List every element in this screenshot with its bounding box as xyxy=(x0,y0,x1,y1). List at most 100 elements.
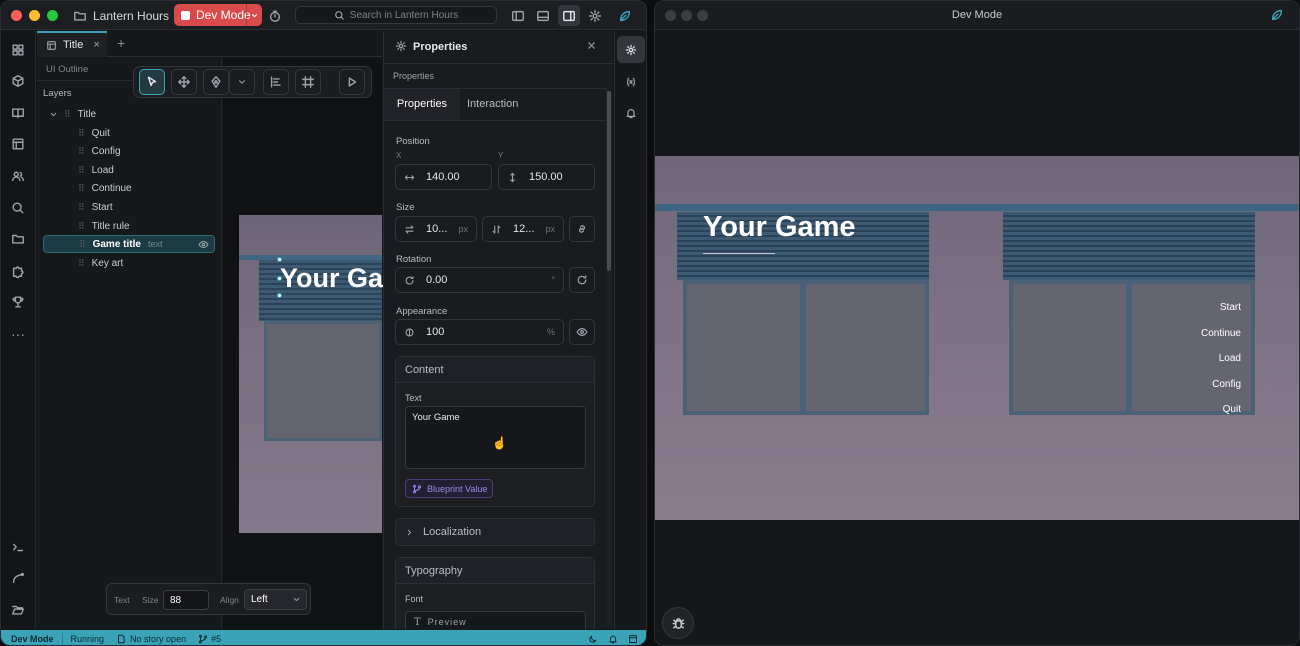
moon-icon[interactable] xyxy=(588,634,598,644)
status-story[interactable]: No story open xyxy=(130,634,186,644)
typography-header[interactable]: Typography xyxy=(396,558,594,584)
drag-handle-icon[interactable]: ⠿ xyxy=(78,183,85,194)
blueprint-value-button[interactable]: Blueprint Value xyxy=(405,479,493,498)
toggle-right-panel-icon[interactable] xyxy=(558,5,580,26)
menu-config[interactable]: Config xyxy=(1212,379,1241,390)
font-label: Font xyxy=(405,594,424,604)
position-y-field[interactable]: 150.00 xyxy=(498,164,595,190)
menu-quit[interactable]: Quit xyxy=(1223,404,1241,415)
book-icon[interactable] xyxy=(1,100,35,126)
status-mode[interactable]: Dev Mode xyxy=(11,634,54,644)
reset-rotation-icon[interactable] xyxy=(569,267,595,293)
drag-handle-icon[interactable]: ⠿ xyxy=(78,258,85,269)
folder-open-icon[interactable] xyxy=(1,597,35,623)
chevron-down-icon[interactable] xyxy=(246,4,262,26)
drag-handle-icon[interactable]: ⠿ xyxy=(79,239,86,250)
pen-tool-icon[interactable] xyxy=(203,69,229,95)
users-icon[interactable] xyxy=(1,163,35,189)
layer-row-game-title[interactable]: ⠿ Game title text xyxy=(43,235,215,253)
link-icon[interactable] xyxy=(569,216,595,242)
layer-row-load[interactable]: ⠿ Load xyxy=(43,161,215,179)
tab-close-button[interactable]: × xyxy=(93,39,99,51)
status-branch[interactable]: #5 xyxy=(211,634,221,644)
trophy-icon[interactable] xyxy=(1,289,35,315)
scrollbar-thumb[interactable] xyxy=(607,91,611,271)
puzzle-icon[interactable] xyxy=(1,258,35,284)
menu-load[interactable]: Load xyxy=(1219,353,1241,364)
move-tool-icon[interactable] xyxy=(171,69,197,95)
drag-handle-icon[interactable]: ⠿ xyxy=(78,146,85,157)
curtain-rod xyxy=(239,255,382,260)
more-icon[interactable]: ··· xyxy=(1,321,35,347)
layer-row-quit[interactable]: ⠿ Quit xyxy=(43,124,215,142)
width-field[interactable]: 10... px xyxy=(395,216,477,242)
layer-row-start[interactable]: ⠿ Start xyxy=(43,198,215,216)
editor-titlebar: Lantern Hours Dev Mode Search in Lantern… xyxy=(1,1,646,30)
drag-handle-icon[interactable]: ⠿ xyxy=(78,221,85,232)
gear-icon[interactable] xyxy=(617,36,645,63)
gear-icon[interactable] xyxy=(586,7,604,25)
terminal-icon[interactable] xyxy=(1,534,35,560)
opacity-field[interactable]: 100 % xyxy=(395,319,564,345)
swap-vertical-icon xyxy=(483,217,509,241)
tab-properties[interactable]: Properties xyxy=(384,89,460,120)
layout-icon[interactable] xyxy=(1,131,35,157)
frame-tool-icon[interactable] xyxy=(295,69,321,95)
bell-icon[interactable] xyxy=(608,634,618,644)
layer-row-title[interactable]: ⠿ Title xyxy=(43,105,215,123)
toggle-left-panel-icon[interactable] xyxy=(509,7,527,25)
folder-icon[interactable] xyxy=(1,226,35,252)
tab-title[interactable]: Title × xyxy=(37,31,107,57)
selection-handle[interactable] xyxy=(277,293,282,298)
menu-start[interactable]: Start xyxy=(1220,302,1241,313)
variables-icon[interactable] xyxy=(617,68,645,95)
search-input[interactable]: Search in Lantern Hours xyxy=(295,6,497,24)
eye-icon[interactable] xyxy=(569,319,595,345)
select-tool-icon[interactable] xyxy=(139,69,165,95)
search-icon[interactable] xyxy=(1,195,35,221)
localization-section[interactable]: Localization xyxy=(395,518,595,546)
zoom-window-button[interactable] xyxy=(47,10,58,21)
align-select[interactable]: Left xyxy=(244,589,307,610)
timer-icon[interactable] xyxy=(267,8,283,24)
content-section: Content Text Your Game Blueprint Value xyxy=(395,356,595,507)
menu-continue[interactable]: Continue xyxy=(1201,328,1241,339)
layer-row-title-rule[interactable]: ⠿ Title rule xyxy=(43,217,215,235)
play-icon[interactable] xyxy=(339,69,365,95)
tab-interaction[interactable]: Interaction xyxy=(467,98,518,110)
cube-icon[interactable] xyxy=(1,68,35,94)
layer-row-continue[interactable]: ⠿ Continue xyxy=(43,179,215,197)
font-size-input[interactable]: 88 xyxy=(163,590,209,610)
close-window-button[interactable] xyxy=(11,10,22,21)
project-switcher[interactable]: Lantern Hours xyxy=(69,6,189,25)
minimize-window-button[interactable] xyxy=(29,10,40,21)
bell-icon[interactable] xyxy=(617,99,645,126)
chevron-down-icon[interactable] xyxy=(229,69,255,95)
selection-handle[interactable] xyxy=(277,276,282,281)
scrollbar-track[interactable] xyxy=(606,89,612,625)
height-field[interactable]: 12... px xyxy=(482,216,564,242)
align-tool-icon[interactable] xyxy=(263,69,289,95)
content-header[interactable]: Content xyxy=(396,357,594,383)
layout-icon[interactable] xyxy=(628,634,638,644)
drag-handle-icon[interactable]: ⠿ xyxy=(78,202,85,213)
editor-canvas[interactable]: Your Game xyxy=(223,58,422,629)
dashboard-icon[interactable] xyxy=(1,37,35,63)
dev-mode-button[interactable]: Dev Mode xyxy=(174,4,262,26)
position-x-field[interactable]: 140.00 xyxy=(395,164,492,190)
drag-handle-icon[interactable]: ⠿ xyxy=(78,165,85,176)
close-icon[interactable] xyxy=(586,40,597,51)
bug-icon[interactable] xyxy=(662,607,694,639)
chevron-down-icon[interactable] xyxy=(49,110,58,119)
eye-icon[interactable] xyxy=(198,239,209,250)
rotation-field[interactable]: 0.00 ° xyxy=(395,267,564,293)
layer-label: Game title xyxy=(92,238,141,250)
selection-handle[interactable] xyxy=(277,257,282,262)
layer-row-key-art[interactable]: ⠿ Key art xyxy=(43,254,215,272)
toggle-bottom-panel-icon[interactable] xyxy=(534,7,552,25)
drag-handle-icon[interactable]: ⠿ xyxy=(78,128,85,139)
layer-row-config[interactable]: ⠿ Config xyxy=(43,142,215,160)
drag-handle-icon[interactable]: ⠿ xyxy=(64,109,71,120)
route-icon[interactable] xyxy=(1,565,35,591)
new-tab-button[interactable]: + xyxy=(117,35,125,51)
